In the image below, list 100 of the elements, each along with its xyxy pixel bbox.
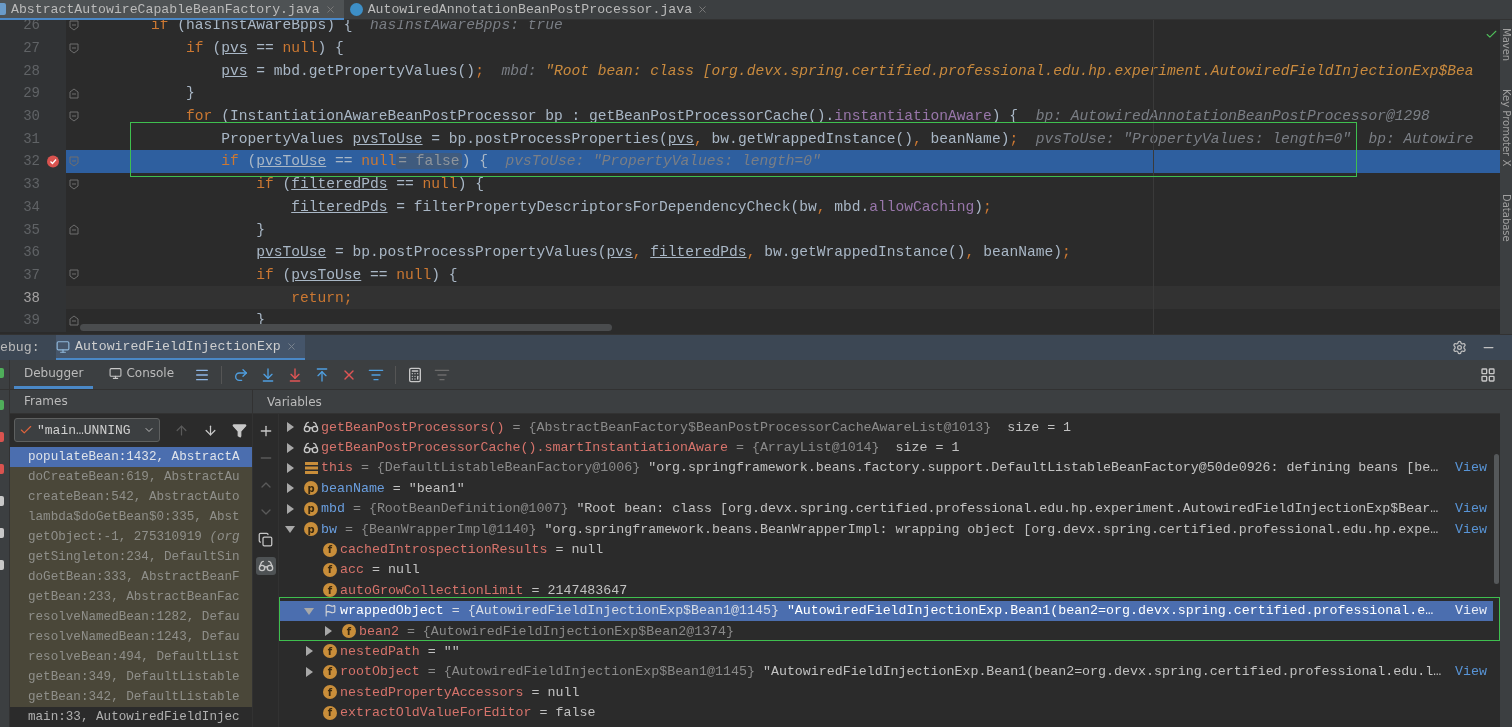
expand-arrow-icon[interactable] xyxy=(285,462,295,473)
expand-arrow-icon[interactable] xyxy=(304,646,314,657)
line-number: 38 xyxy=(22,289,40,306)
variable-type-icon: f xyxy=(323,685,337,700)
panel-title: Frames xyxy=(24,394,68,409)
frame-item[interactable]: doGetBean:333, AbstractBeanF xyxy=(10,566,252,587)
variable-type-icon: p xyxy=(304,481,318,496)
settings-icon[interactable] xyxy=(1452,340,1467,355)
view-link[interactable]: View xyxy=(1455,501,1487,517)
code-line: } xyxy=(185,85,195,102)
frame-item[interactable]: doCreateBean:619, AbstractAu xyxy=(10,466,252,487)
fold-marker-icon[interactable] xyxy=(68,314,79,326)
arrow-down-icon[interactable] xyxy=(203,422,218,438)
variable-text: getBeanPostProcessorCache().smartInstantiationAware = {ArrayList@1014} size = 1 xyxy=(321,440,961,456)
variable-type-icon: f xyxy=(323,583,337,598)
code-line: pvs = mbd.getPropertyValues(); mbd: "Root bean: class [org.devx.spring.certified.professional.edu.hp.experiment.AutowiredFieldInjectionExp$Bea xyxy=(220,62,1474,79)
code-line: if (pvs == null) { xyxy=(185,40,344,57)
debugger-tab[interactable]: Console xyxy=(99,360,185,389)
view-link[interactable]: View xyxy=(1455,460,1487,476)
collapse-arrow-icon[interactable] xyxy=(285,524,295,535)
variable-row[interactable]: p beanName = "bean1" xyxy=(279,478,1493,499)
variable-type-icon: p xyxy=(304,501,318,516)
variable-text: mbd = {RootBeanDefinition@1007} "Root bean: class [org.devx.spring.certified.professional.edu.hp.experiment.AutowiredFieldInjectionExp$Bear… xyxy=(321,501,1440,517)
fold-marker-icon[interactable] xyxy=(68,110,79,122)
frame-item[interactable]: resolveNamedBean:1282, Defau xyxy=(10,606,252,627)
variable-row[interactable]: f autoGrowCollectionLimit = 2147483647 xyxy=(279,580,1493,601)
editor-tab[interactable]: AbstractAutowireCapableBeanFactory.java xyxy=(0,0,344,20)
frame-item[interactable]: populateBean:1432, AbstractA xyxy=(10,446,252,467)
close-icon[interactable] xyxy=(324,3,336,15)
variable-row[interactable]: f nestedPropertyAccessors = null xyxy=(279,682,1493,703)
calculator-icon[interactable] xyxy=(407,366,424,383)
variable-row[interactable]: p bw = {BeanWrapperImpl@1140} "org.springframework.beans.BeanWrapperImpl: wrapping object [org.devx.spring.certified.professional.edu.hp.expe… View xyxy=(279,518,1493,540)
variable-text: wrappedObject = {AutowiredFieldInjectionExp$Bean1@1145} "AutowiredFieldInjectionExp.Bean1(bean2=org.devx.spring.certified.professional.e… xyxy=(340,603,1435,619)
frame-item[interactable]: createBean:542, AbstractAuto xyxy=(10,486,252,507)
expand-arrow-icon[interactable] xyxy=(285,442,295,453)
fold-marker-icon[interactable] xyxy=(68,20,79,31)
session-tab[interactable]: AutowiredFieldInjectionExp xyxy=(56,335,305,360)
variable-row[interactable]: f nestedPath = "" xyxy=(279,641,1493,662)
expand-arrow-icon[interactable] xyxy=(285,503,295,514)
variable-text: bean2 = {AutowiredFieldInjectionExp$Bean2@1374} xyxy=(359,623,736,639)
fold-marker-icon[interactable] xyxy=(68,155,79,167)
view-link[interactable]: View xyxy=(1455,603,1487,619)
glasses-icon[interactable] xyxy=(255,557,276,575)
class-icon xyxy=(349,2,363,16)
flag-icon xyxy=(323,604,337,618)
scrollbar-thumb[interactable] xyxy=(80,324,612,331)
variable-type-icon: f xyxy=(323,562,337,577)
variable-row[interactable]: f acc = null xyxy=(279,559,1493,581)
editor-tab[interactable]: AutowiredAnnotationBeanPostProcessor.java xyxy=(343,0,717,20)
variable-row[interactable]: wrappedObject = {AutowiredFieldInjectionExp$Bean1@1145} "AutowiredFieldInjectionExp.Bean1(bean2=org.devx.spring.certified.professional.e… View xyxy=(279,600,1493,621)
frame-item[interactable]: resolveNamedBean:1243, Defau xyxy=(10,626,252,647)
variable-row[interactable]: getBeanPostProcessorCache().smartInstantiationAware = {ArrayList@1014} size = 1 xyxy=(279,437,1493,458)
variable-text: nestedPropertyAccessors = null xyxy=(340,684,581,700)
code-line: pvsToUse = bp.postProcessPropertyValues(pvs, filteredPds, bw.getWrappedInstance(), beanName); xyxy=(255,244,1071,261)
frame-item[interactable]: getObject:-1, 275310919 (org xyxy=(10,526,252,547)
curved-arrow-icon[interactable] xyxy=(233,366,250,383)
view-link[interactable]: View xyxy=(1455,521,1487,537)
frame-item[interactable]: getSingleton:234, DefaultSin xyxy=(10,546,252,567)
fold-marker-icon[interactable] xyxy=(68,178,79,190)
frame-item[interactable]: lambda$doGetBean$0:335, Abst xyxy=(10,506,252,527)
side-tool-tab[interactable]: Maven xyxy=(1500,28,1512,62)
frame-item[interactable]: getBean:349, DefaultListable xyxy=(10,666,252,687)
close-icon[interactable] xyxy=(697,3,709,15)
layout-icon[interactable] xyxy=(1480,366,1496,383)
variable-row[interactable]: p mbd = {RootBeanDefinition@1007} "Root bean: class [org.devx.spring.certified.professional.edu.hp.experiment.AutowiredFieldInjectionExp$Bear… View xyxy=(279,498,1493,519)
frame-item[interactable]: getBean:342, DefaultListable xyxy=(10,686,252,707)
variable-type-icon: f xyxy=(323,542,337,557)
scrollbar-thumb[interactable] xyxy=(1494,454,1499,584)
variable-type-icon: f xyxy=(323,644,337,659)
side-tool-tab[interactable]: Key Promoter X xyxy=(1500,89,1512,167)
breakpoint-icon[interactable] xyxy=(46,154,60,169)
fold-marker-icon[interactable] xyxy=(68,87,79,99)
thread-dropdown[interactable]: "main…UNNING xyxy=(14,418,160,443)
variable-text: this = {DefaultListableBeanFactory@1006} "org.springframework.beans.factory.support.DefaultListableBeanFactory@50de0926: defining beans [be… xyxy=(321,460,1440,476)
variable-row[interactable]: f cachedIntrospectionResults = null xyxy=(279,539,1493,560)
variable-row[interactable]: getBeanPostProcessors() = {AbstractBeanFactory$BeanPostProcessorCacheAwareList@1013} size = 1 xyxy=(279,417,1493,438)
side-tool-tab[interactable]: Database xyxy=(1500,194,1512,243)
variable-text: acc = null xyxy=(340,562,421,578)
expand-arrow-icon[interactable] xyxy=(323,626,333,637)
fold-marker-icon[interactable] xyxy=(68,269,79,281)
code-line: if (pvsToUse == null) { xyxy=(255,266,458,283)
variable-row[interactable]: f bean2 = {AutowiredFieldInjectionExp$Bean2@1374} xyxy=(279,620,1493,642)
frame-item[interactable]: getBean:233, AbstractBeanFac xyxy=(10,586,252,607)
variable-row[interactable]: this = {DefaultListableBeanFactory@1006} "org.springframework.beans.factory.support.DefaultListableBeanFactory@50de0926: defining beans [be… View xyxy=(279,457,1493,479)
variable-row[interactable]: f rootObject = {AutowiredFieldInjectionExp$Bean1@1145} "AutowiredFieldInjectionExp.Bean1(bean2=org.devx.spring.certified.professional.edu.l… View xyxy=(279,661,1493,683)
code-line: if (pvsToUse == null= false) { pvsToUse: "PropertyValues: length=0" xyxy=(220,153,821,170)
close-icon[interactable] xyxy=(285,341,297,352)
variable-row[interactable]: f extractOldValueForEditor = false xyxy=(279,702,1493,723)
fold-marker-icon[interactable] xyxy=(68,42,79,54)
expand-arrow-icon[interactable] xyxy=(285,422,295,433)
variable-text: beanName = "bean1" xyxy=(321,480,466,496)
expand-arrow-icon[interactable] xyxy=(304,666,314,677)
view-link[interactable]: View xyxy=(1455,664,1487,680)
frame-item[interactable]: resolveBean:494, DefaultList xyxy=(10,646,252,667)
code-line: return; xyxy=(290,289,353,306)
variable-type-icon: f xyxy=(323,664,337,679)
frame-item[interactable]: main:33, AutowiredFieldInjec xyxy=(10,706,252,727)
expand-arrow-icon[interactable] xyxy=(285,483,295,494)
fold-marker-icon[interactable] xyxy=(68,224,79,236)
filter-icon[interactable] xyxy=(232,422,247,438)
